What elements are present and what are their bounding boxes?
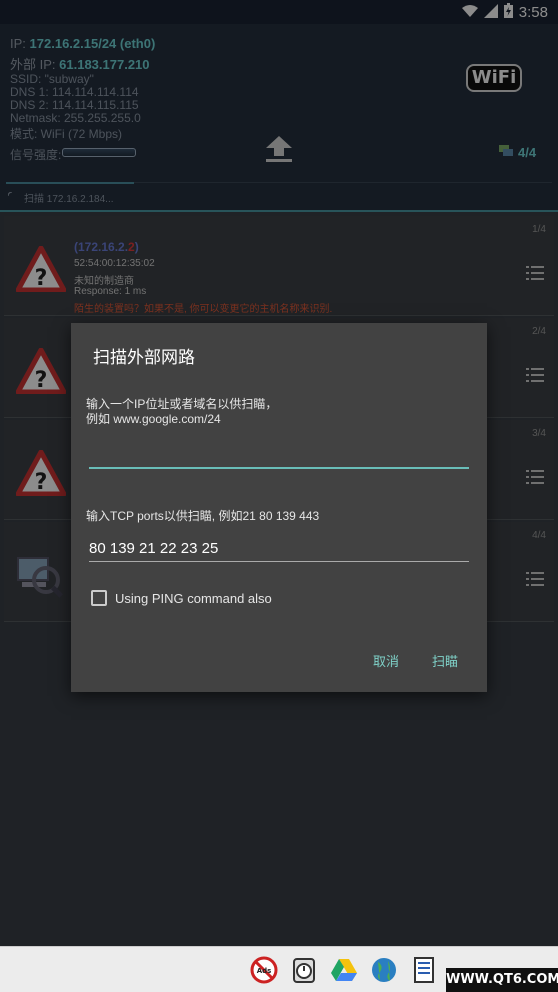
document-icon[interactable] bbox=[410, 956, 438, 984]
scan-external-network-dialog: 扫描外部网路 输入一个IP位址或者域名以供扫瞄， 例如 www.google.c… bbox=[71, 323, 487, 692]
timer-icon[interactable] bbox=[290, 956, 318, 984]
no-ads-icon[interactable]: Ads bbox=[250, 956, 278, 984]
svg-text:Ads: Ads bbox=[257, 967, 272, 975]
ports-input-hint: 输入TCP ports以供扫瞄, 例如21 80 139 443 bbox=[86, 509, 320, 523]
dialog-title: 扫描外部网路 bbox=[93, 348, 195, 367]
globe-icon[interactable] bbox=[370, 956, 398, 984]
scan-button[interactable]: 扫瞄 bbox=[432, 651, 458, 670]
host-input-hint: 输入一个IP位址或者域名以供扫瞄， 例如 www.google.com/24 bbox=[86, 397, 278, 426]
cancel-button[interactable]: 取消 bbox=[373, 651, 399, 670]
google-drive-icon[interactable] bbox=[330, 956, 358, 984]
ports-input[interactable] bbox=[89, 536, 469, 562]
site-watermark: WWW.QT6.COM bbox=[446, 968, 558, 992]
ping-checkbox-row[interactable]: Using PING command also bbox=[91, 590, 272, 606]
ping-checkbox[interactable] bbox=[91, 590, 107, 606]
host-input[interactable] bbox=[89, 445, 469, 469]
ping-checkbox-label: Using PING command also bbox=[115, 590, 272, 606]
